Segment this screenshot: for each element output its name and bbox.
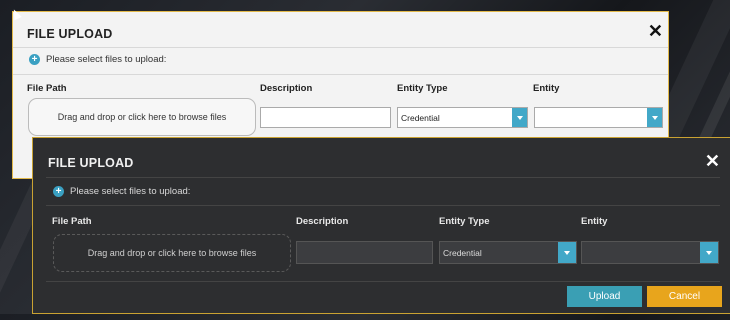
column-header-entity: Entity — [581, 216, 608, 227]
column-header-description: Description — [260, 83, 313, 94]
column-header-entity-type: Entity Type — [397, 83, 448, 94]
info-row: + Please select files to upload: — [29, 54, 166, 65]
info-row: + Please select files to upload: — [53, 186, 190, 197]
entity-type-value: Credential — [401, 112, 440, 123]
plus-circle-icon: + — [29, 54, 40, 65]
info-text: Please select files to upload: — [46, 54, 167, 65]
entity-type-select[interactable]: Credential — [397, 107, 528, 128]
upload-button[interactable]: Upload — [567, 286, 642, 307]
column-header-file-path: File Path — [52, 216, 92, 227]
entity-type-select[interactable]: Credential — [439, 241, 577, 264]
column-header-entity-type: Entity Type — [439, 216, 490, 227]
close-icon[interactable]: ✕ — [705, 151, 720, 172]
cancel-button[interactable]: Cancel — [647, 286, 722, 307]
description-input[interactable] — [296, 241, 433, 264]
dialog-title: FILE UPLOAD — [48, 156, 134, 170]
description-input[interactable] — [260, 107, 391, 128]
divider — [13, 74, 668, 75]
divider — [46, 281, 720, 282]
chevron-down-icon[interactable] — [512, 108, 527, 127]
divider — [13, 47, 668, 48]
divider — [46, 177, 720, 178]
column-header-description: Description — [296, 216, 349, 227]
column-header-entity: Entity — [533, 83, 560, 94]
entity-select[interactable] — [581, 241, 719, 264]
file-upload-dialog-dark: FILE UPLOAD ✕ + Please select files to u… — [32, 137, 730, 314]
chevron-down-icon[interactable] — [558, 242, 576, 263]
close-icon[interactable]: ✕ — [648, 21, 663, 42]
divider — [46, 205, 720, 206]
info-text: Please select files to upload: — [70, 186, 191, 197]
entity-select[interactable] — [534, 107, 663, 128]
plus-circle-icon: + — [53, 186, 64, 197]
chevron-down-icon[interactable] — [700, 242, 718, 263]
dialog-title: FILE UPLOAD — [27, 27, 113, 41]
dropzone[interactable]: Drag and drop or click here to browse fi… — [53, 234, 291, 272]
dropzone[interactable]: Drag and drop or click here to browse fi… — [28, 98, 256, 136]
chevron-down-icon[interactable] — [647, 108, 662, 127]
column-header-file-path: File Path — [27, 83, 67, 94]
entity-type-value: Credential — [443, 247, 482, 258]
